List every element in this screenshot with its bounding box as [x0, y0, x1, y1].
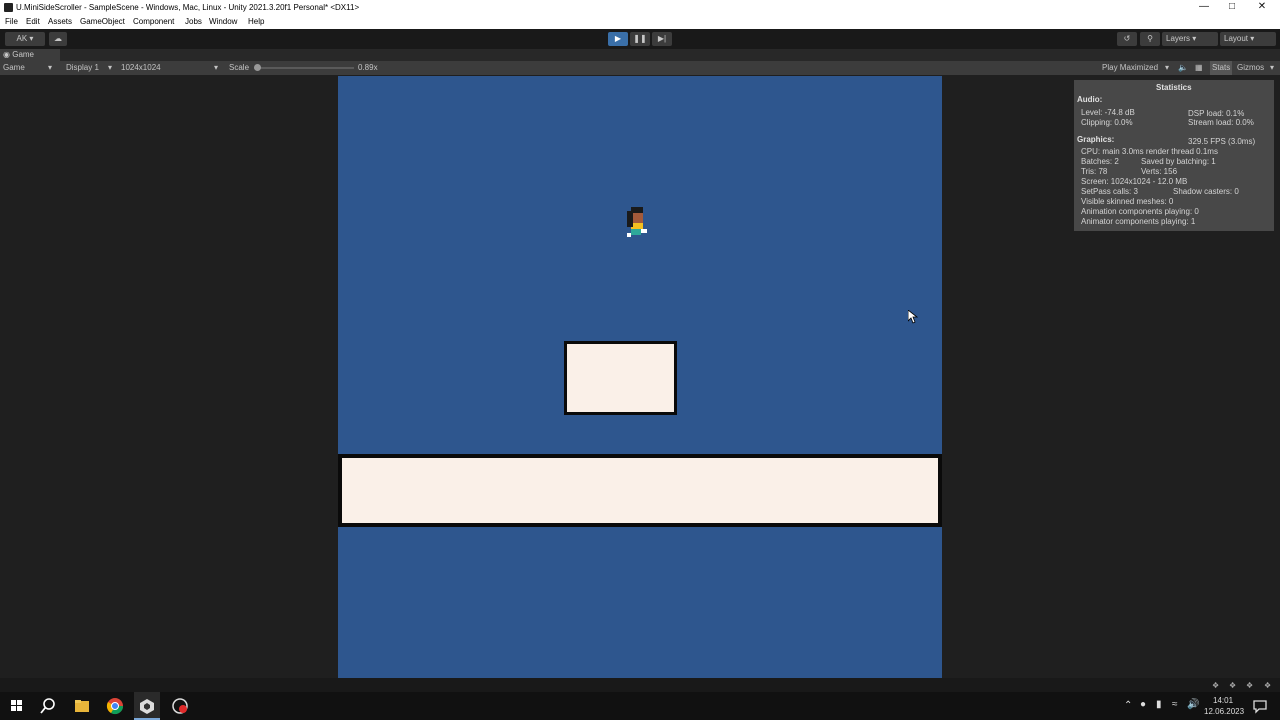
play-button[interactable]: ▶ [608, 32, 628, 46]
resolution-dropdown[interactable]: 1024x1024 [121, 61, 161, 75]
system-tray-overlay: ❖ ❖ ❖ ❖ [1212, 681, 1280, 692]
player-sprite [627, 207, 647, 237]
stats-graphics-header: Graphics: [1077, 135, 1115, 144]
scale-slider[interactable] [254, 67, 354, 69]
gizmos-dropdown[interactable]: Gizmos [1237, 61, 1264, 75]
minimize-button[interactable]: — [1190, 0, 1218, 15]
unity-icon [4, 3, 13, 12]
menu-file[interactable]: File [5, 15, 18, 29]
gizmos-chevron-down-icon: ▾ [1270, 63, 1275, 72]
search-icon[interactable]: ⚲ [1140, 32, 1160, 46]
stats-fps: 329.5 FPS (3.0ms) [1188, 137, 1256, 146]
windows-taskbar: ⌃ ● ▮ ≈ 🔊 14:01 12.06.2023 [0, 692, 1280, 720]
maximize-button[interactable]: □ [1218, 0, 1246, 15]
stats-batches: Batches: 2 [1081, 157, 1119, 166]
display-chevron-down-icon: ▾ [108, 63, 113, 72]
game-tab-header: ◉ Game [0, 49, 1280, 61]
chevron-up-icon[interactable]: ⌃ [1124, 700, 1132, 711]
notification-icon[interactable] [1251, 697, 1269, 715]
play-mode-dropdown[interactable]: Play Maximized [1102, 61, 1158, 75]
statistics-panel: Statistics Audio: Level: -74.8 dB DSP lo… [1074, 80, 1274, 231]
layers-label: Layers [1166, 34, 1191, 43]
stats-verts: Verts: 156 [1141, 167, 1178, 176]
menu-bar: File Edit Assets GameObject Component Jo… [0, 15, 1280, 29]
windows-start-icon[interactable] [8, 697, 26, 715]
layers-dropdown[interactable]: Layers ▾ [1162, 32, 1218, 46]
menu-component[interactable]: Component [133, 15, 174, 29]
stats-saved: Saved by batching: 1 [1141, 157, 1216, 166]
menu-assets[interactable]: Assets [48, 15, 72, 29]
tray-icon-1[interactable]: ❖ [1212, 681, 1219, 690]
floating-platform [564, 341, 677, 415]
scale-label: Scale [229, 63, 250, 72]
stats-animation: Animation components playing: 0 [1081, 207, 1199, 216]
battery-icon[interactable]: ▮ [1156, 699, 1162, 710]
layout-dropdown[interactable]: Layout ▾ [1220, 32, 1276, 46]
game-canvas[interactable] [338, 76, 942, 678]
stats-title: Statistics [1156, 83, 1192, 92]
account-label: AK [16, 34, 28, 43]
display-settings-icon[interactable]: ▦ [1195, 61, 1203, 75]
microphone-icon[interactable]: ● [1140, 699, 1146, 710]
stats-clipping: Clipping: 0.0% [1081, 118, 1133, 127]
stats-skinned: Visible skinned meshes: 0 [1081, 197, 1174, 206]
clock-time[interactable]: 14:01 [1213, 696, 1233, 705]
stats-toggle[interactable]: Stats [1210, 61, 1233, 75]
stats-stream: Stream load: 0.0% [1188, 118, 1254, 127]
stats-setpass: SetPass calls: 3 [1081, 187, 1138, 196]
game-tab-label: Game [12, 50, 35, 59]
resolution-chevron-down-icon: ▾ [214, 63, 219, 72]
clock-date[interactable]: 12.06.2023 [1204, 707, 1244, 716]
menu-window[interactable]: Window [209, 15, 237, 29]
stats-level: Level: -74.8 dB [1081, 108, 1135, 117]
cloud-icon[interactable]: ☁ [49, 32, 67, 46]
play-mode-chevron-down-icon: ▾ [1165, 63, 1170, 72]
game-view-toolbar: Game ▾ Display 1 ▾ 1024x1024 ▾ Scale 0.8… [0, 61, 1280, 75]
ground-platform [338, 454, 942, 527]
account-button[interactable]: AK ▾ [5, 32, 45, 46]
chrome-icon[interactable] [106, 697, 124, 715]
menu-gameobject[interactable]: GameObject [80, 15, 125, 29]
stats-audio-header: Audio: [1077, 95, 1103, 104]
close-button[interactable]: ✕ [1248, 0, 1276, 15]
tray-icon-3[interactable]: ❖ [1246, 681, 1253, 690]
stats-animator: Animator components playing: 1 [1081, 217, 1196, 226]
view-dropdown[interactable]: Game [3, 61, 25, 75]
menu-edit[interactable]: Edit [26, 15, 40, 29]
menu-help[interactable]: Help [248, 15, 264, 29]
search-icon[interactable] [39, 697, 57, 715]
wifi-icon[interactable]: ≈ [1172, 699, 1178, 710]
view-chevron-down-icon: ▾ [48, 63, 53, 72]
menu-jobs[interactable]: Jobs [185, 15, 202, 29]
stats-shadow: Shadow casters: 0 [1173, 187, 1239, 196]
tray-icon-2[interactable]: ❖ [1229, 681, 1236, 690]
pause-button[interactable]: ❚❚ [630, 32, 650, 46]
step-button[interactable]: ▶| [652, 32, 672, 46]
main-toolbar: AK ▾ ☁ ▶ ❚❚ ▶| ↺ ⚲ Layers ▾ Layout ▾ [0, 29, 1280, 49]
display-dropdown[interactable]: Display 1 [66, 61, 99, 75]
mouse-cursor-icon [908, 310, 918, 324]
history-icon[interactable]: ↺ [1117, 32, 1137, 46]
tab-game[interactable]: ◉ Game [0, 49, 60, 61]
stats-screen: Screen: 1024x1024 - 12.0 MB [1081, 177, 1188, 186]
game-tab-icon: ◉ [3, 50, 10, 59]
scale-value: 0.89x [358, 63, 378, 72]
volume-icon[interactable]: 🔊 [1187, 699, 1199, 710]
stats-tris: Tris: 78 [1081, 167, 1108, 176]
mute-audio-icon[interactable]: 🔈 [1178, 61, 1188, 75]
stats-dsp: DSP load: 0.1% [1188, 109, 1245, 118]
scale-slider-handle[interactable] [254, 64, 261, 71]
window-title-bar: U.MiniSideScroller - SampleScene - Windo… [0, 0, 1280, 15]
recording-app-icon[interactable] [171, 697, 189, 715]
layout-label: Layout [1224, 34, 1249, 43]
tray-icon-4[interactable]: ❖ [1264, 681, 1271, 690]
window-title: U.MiniSideScroller - SampleScene - Windo… [16, 3, 360, 12]
unity-icon[interactable] [138, 697, 156, 715]
file-explorer-icon[interactable] [73, 697, 91, 715]
stats-cpu: CPU: main 3.0ms render thread 0.1ms [1081, 147, 1218, 156]
